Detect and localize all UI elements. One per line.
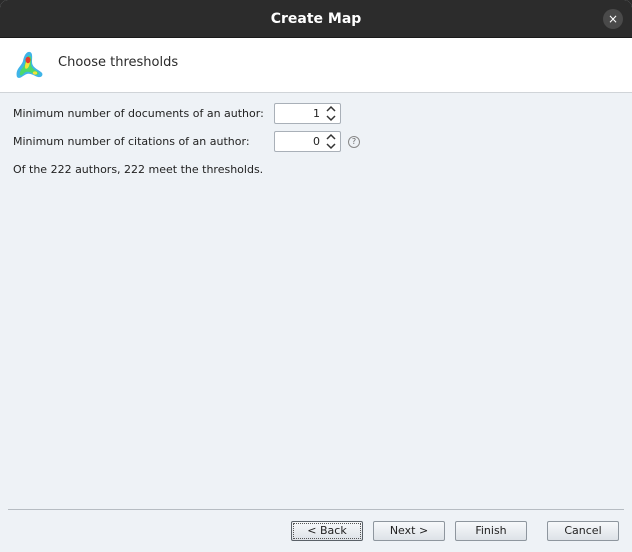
window-title: Create Map <box>270 11 362 27</box>
spinner-arrows-icon[interactable] <box>324 105 338 122</box>
vosviewer-logo-icon <box>16 51 43 78</box>
next-button[interactable]: Next > <box>373 521 445 541</box>
cancel-button[interactable]: Cancel <box>547 521 619 541</box>
create-map-dialog: Create Map × Choose thresholds Minimum n… <box>0 0 632 552</box>
threshold-panel: Minimum number of documents of an author… <box>0 93 632 509</box>
wizard-header: Choose thresholds <box>0 38 632 93</box>
threshold-status: Of the 222 authors, 222 meet the thresho… <box>13 163 264 176</box>
min-documents-spinner[interactable]: 1 <box>274 103 341 124</box>
min-documents-value[interactable]: 1 <box>313 104 320 123</box>
min-citations-label: Minimum number of citations of an author… <box>13 135 250 148</box>
help-icon[interactable]: ? <box>348 136 360 148</box>
button-bar: < Back Next > Finish Cancel <box>0 510 632 552</box>
min-citations-spinner[interactable]: 0 <box>274 131 341 152</box>
title-bar: Create Map × <box>0 0 632 38</box>
back-button[interactable]: < Back <box>291 521 363 541</box>
finish-button[interactable]: Finish <box>455 521 527 541</box>
min-citations-value[interactable]: 0 <box>313 132 320 151</box>
spinner-arrows-icon[interactable] <box>324 133 338 150</box>
min-documents-label: Minimum number of documents of an author… <box>13 107 264 120</box>
close-button[interactable]: × <box>603 9 623 29</box>
step-title: Choose thresholds <box>58 55 179 70</box>
